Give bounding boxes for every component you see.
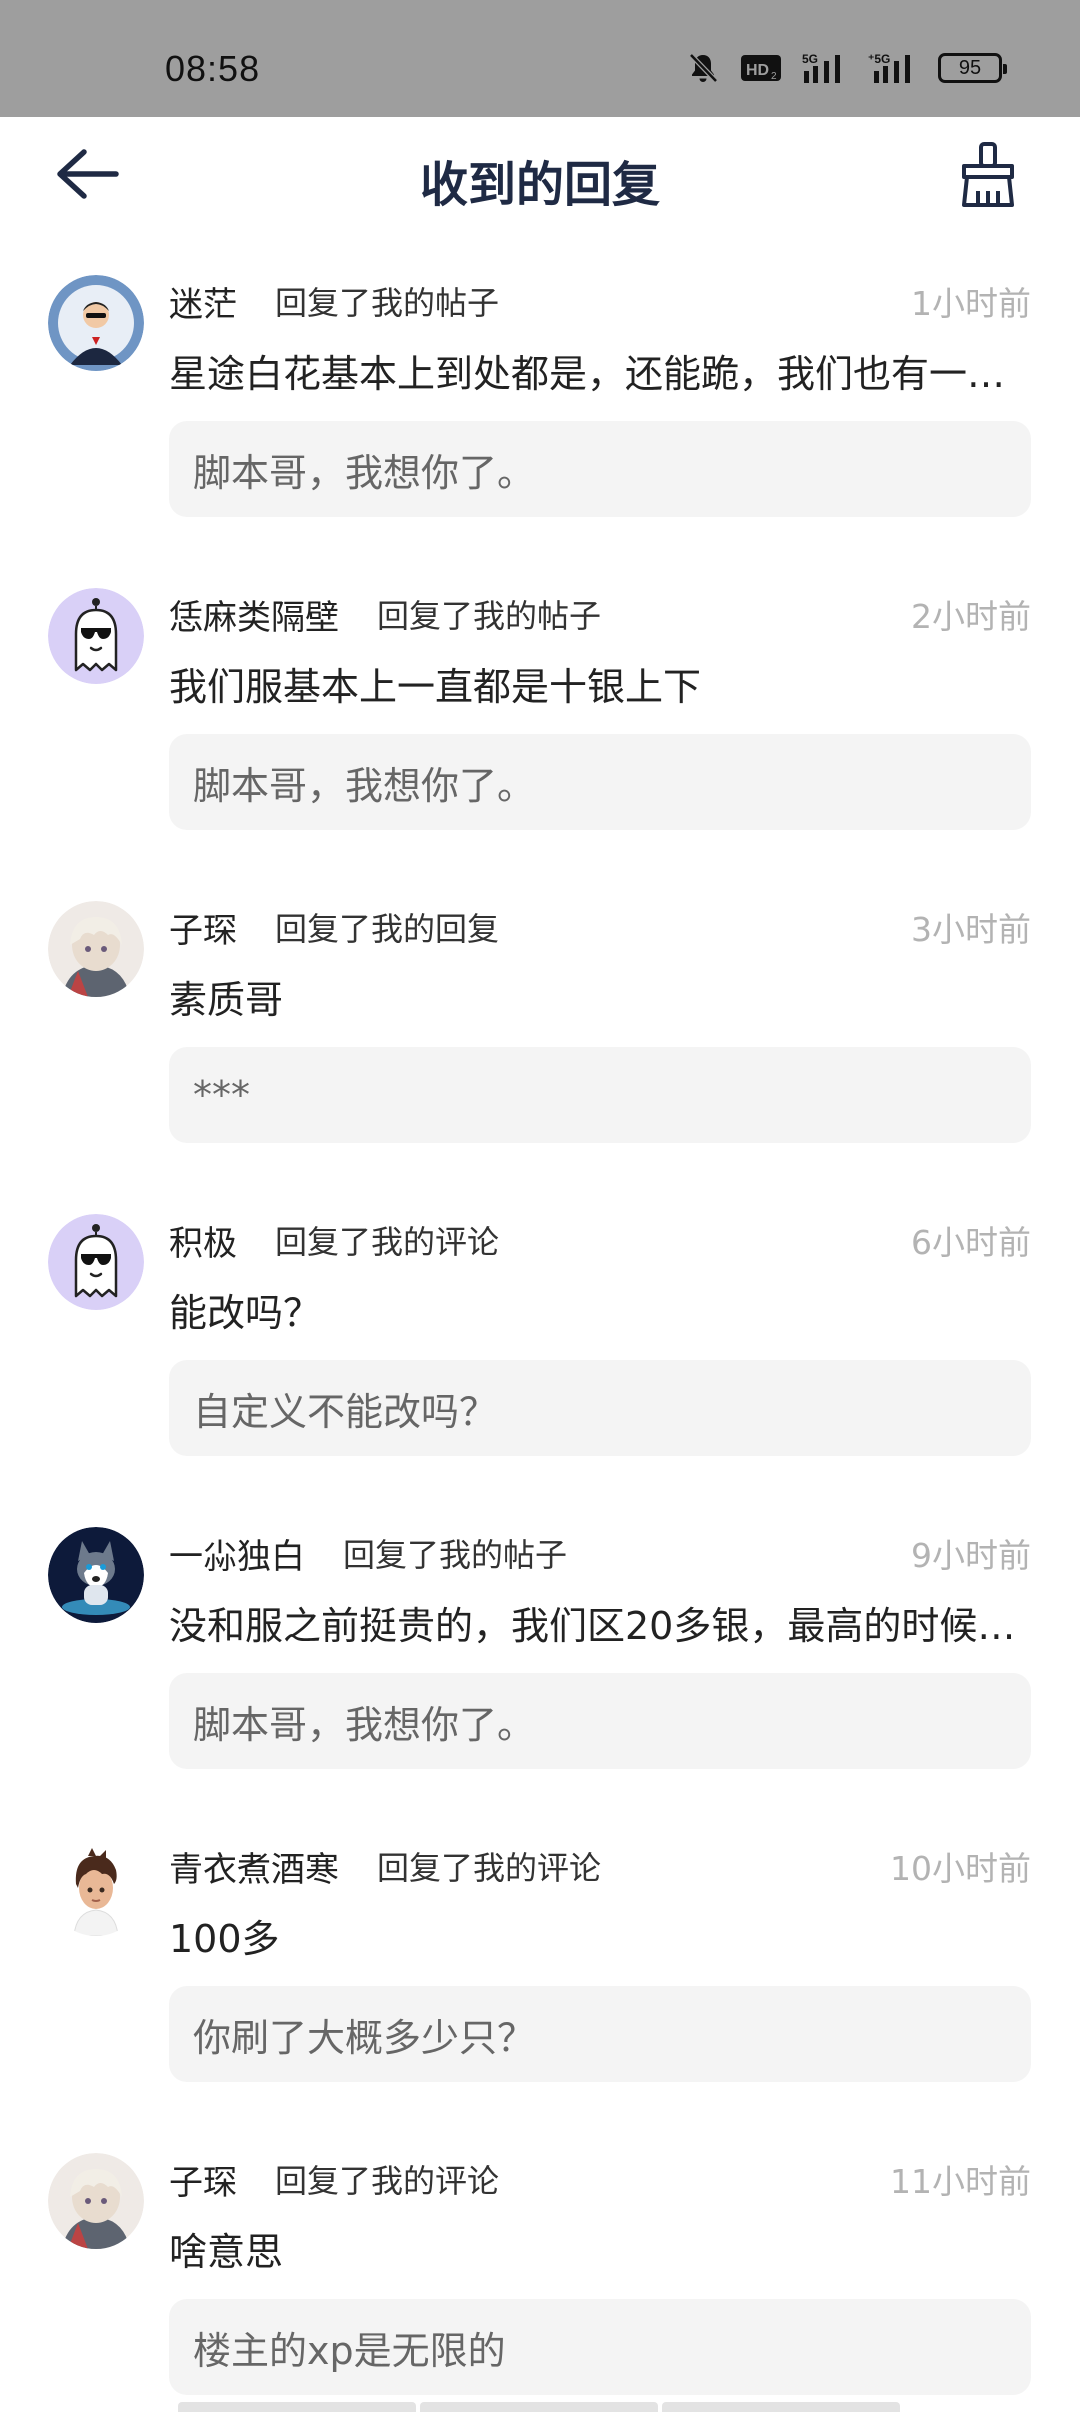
list-item[interactable]: 子琛 回复了我的评论 11小时前 啥意思 楼主的xp是无限的 <box>0 2113 1080 2412</box>
reply-content[interactable]: 素质哥 <box>169 969 1031 1024</box>
svg-text:HD: HD <box>746 62 769 79</box>
reply-action: 回复了我的帖子 <box>275 284 500 322</box>
avatar[interactable] <box>48 901 144 997</box>
svg-text:2: 2 <box>771 71 777 82</box>
quoted-text[interactable]: 脚本哥，我想你了。 <box>169 734 1031 830</box>
quoted-text[interactable]: *** <box>169 1047 1031 1143</box>
battery-indicator: 95 <box>938 53 1007 83</box>
bottom-tab-hint <box>178 2402 900 2412</box>
reply-meta: 一尛独白 回复了我的帖子 9小时前 <box>169 1529 1031 1578</box>
username[interactable]: 子琛 <box>169 2155 237 2204</box>
status-time: 08:58 <box>165 48 261 89</box>
avatar[interactable] <box>48 1214 144 1310</box>
reply-action: 回复了我的帖子 <box>343 1536 568 1574</box>
username[interactable]: 积极 <box>169 1216 237 1265</box>
bell-off-icon <box>686 50 720 86</box>
avatar[interactable] <box>48 275 144 371</box>
reply-content[interactable]: 啥意思 <box>169 2221 1031 2276</box>
husky-dog-icon <box>48 1527 144 1623</box>
reply-action: 回复了我的帖子 <box>377 597 602 635</box>
tab-hint-segment <box>420 2402 658 2412</box>
anime-girl-icon <box>48 2153 144 2249</box>
reply-time: 6小时前 <box>911 1223 1031 1262</box>
username[interactable]: 子琛 <box>169 903 237 952</box>
username[interactable]: 迷茫 <box>169 277 237 326</box>
hd-icon: HD 2 <box>740 50 782 86</box>
reply-meta: 青衣煮酒寒 回复了我的评论 10小时前 <box>169 1842 1031 1891</box>
reply-meta: 子琛 回复了我的回复 3小时前 <box>169 903 1031 952</box>
quoted-text[interactable]: 自定义不能改吗？ <box>169 1360 1031 1456</box>
ghost-sunglasses-icon <box>48 588 144 684</box>
reply-content[interactable]: 没和服之前挺贵的，我们区20多银，最高的时候还要更多一点 <box>169 1595 1031 1650</box>
list-item[interactable]: 一尛独白 回复了我的帖子 9小时前 没和服之前挺贵的，我们区20多银，最高的时候… <box>0 1487 1080 1800</box>
list-item[interactable]: 青衣煮酒寒 回复了我的评论 10小时前 100多 你刷了大概多少只？ <box>0 1800 1080 2113</box>
avatar[interactable] <box>48 1527 144 1623</box>
reply-content[interactable]: 能改吗？ <box>169 1282 1031 1337</box>
quoted-text[interactable]: 楼主的xp是无限的 <box>169 2299 1031 2395</box>
list-item[interactable]: 恁麻类隔壁 回复了我的帖子 2小时前 我们服基本上一直都是十银上下 脚本哥，我想… <box>0 548 1080 861</box>
avatar[interactable] <box>48 2153 144 2249</box>
avatar[interactable] <box>48 1840 144 1936</box>
avatar[interactable] <box>48 588 144 684</box>
svg-text:⁺5G: ⁺5G <box>868 52 890 66</box>
top-bar: 收到的回复 <box>0 117 1080 235</box>
reply-time: 10小时前 <box>890 1849 1031 1888</box>
reply-list: 迷茫 回复了我的帖子 1小时前 星途白花基本上到处都是，还能跪，我们也有一段时间… <box>0 235 1080 2412</box>
status-bar: 08:58 HD 2 5G ⁺5G 95 <box>0 0 1080 117</box>
username[interactable]: 一尛独白 <box>169 1529 305 1578</box>
list-item[interactable]: 子琛 回复了我的回复 3小时前 素质哥 *** <box>0 861 1080 1174</box>
reply-time: 9小时前 <box>911 1536 1031 1575</box>
tab-hint-segment <box>178 2402 416 2412</box>
reply-content[interactable]: 我们服基本上一直都是十银上下 <box>169 656 1031 711</box>
quoted-text[interactable]: 你刷了大概多少只？ <box>169 1986 1031 2082</box>
page-title: 收到的回复 <box>419 157 660 213</box>
reply-content[interactable]: 星途白花基本上到处都是，还能跪，我们也有一段时间一直都是这样的情况 <box>169 343 1031 398</box>
reply-meta: 子琛 回复了我的评论 11小时前 <box>169 2155 1031 2204</box>
quoted-text[interactable]: 脚本哥，我想你了。 <box>169 1673 1031 1769</box>
game-boy-icon <box>48 1840 144 1936</box>
reply-meta: 恁麻类隔壁 回复了我的帖子 2小时前 <box>169 590 1031 639</box>
signal-5g-icon: 5G <box>802 50 848 86</box>
username[interactable]: 青衣煮酒寒 <box>169 1842 339 1891</box>
username[interactable]: 恁麻类隔壁 <box>169 590 339 639</box>
reply-action: 回复了我的评论 <box>275 2162 500 2200</box>
reply-time: 11小时前 <box>890 2162 1031 2201</box>
svg-text:5G: 5G <box>802 52 818 66</box>
tab-hint-segment <box>662 2402 900 2412</box>
list-item[interactable]: 迷茫 回复了我的帖子 1小时前 星途白花基本上到处都是，还能跪，我们也有一段时间… <box>0 235 1080 548</box>
anime-girl-icon <box>48 901 144 997</box>
replies-page: 08:58 HD 2 5G ⁺5G 95 收到的回复 迷茫 回复了我的帖子 1小… <box>0 0 1080 2412</box>
reply-meta: 积极 回复了我的评论 6小时前 <box>169 1216 1031 1265</box>
reply-action: 回复了我的回复 <box>275 910 500 948</box>
list-item[interactable]: 积极 回复了我的评论 6小时前 能改吗？ 自定义不能改吗？ <box>0 1174 1080 1487</box>
reply-time: 1小时前 <box>911 284 1031 323</box>
signal-5g-icon: ⁺5G <box>868 50 918 86</box>
reply-time: 3小时前 <box>911 910 1031 949</box>
reply-time: 2小时前 <box>911 597 1031 636</box>
reply-content[interactable]: 100多 <box>169 1908 1031 1963</box>
reply-action: 回复了我的评论 <box>275 1223 500 1261</box>
status-icons: HD 2 5G ⁺5G 95 <box>686 48 1007 88</box>
quoted-text[interactable]: 脚本哥，我想你了。 <box>169 421 1031 517</box>
man-in-suit-icon <box>48 275 144 371</box>
broom-icon <box>962 142 1014 207</box>
clear-all-button[interactable] <box>958 141 1018 209</box>
reply-meta: 迷茫 回复了我的帖子 1小时前 <box>169 277 1031 326</box>
reply-action: 回复了我的评论 <box>377 1849 602 1887</box>
ghost-sunglasses-icon <box>48 1214 144 1310</box>
